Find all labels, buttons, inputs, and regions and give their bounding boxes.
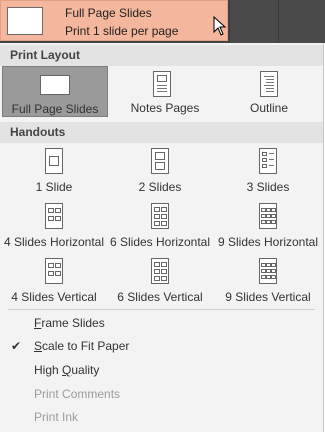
layout-notes-pages[interactable]: Notes Pages bbox=[113, 66, 217, 117]
notes-pages-icon bbox=[153, 71, 171, 97]
handout-label: 6 Slides Vertical bbox=[117, 290, 203, 304]
menu-item-text: nk bbox=[65, 410, 79, 424]
handout-label: 6 Slides Horizontal bbox=[109, 235, 211, 249]
menu-item-accelerator: C bbox=[62, 387, 71, 401]
menu-item-text: rame Slides bbox=[41, 316, 105, 330]
handout-2-slides[interactable]: 2 Slides bbox=[108, 145, 212, 197]
outline-icon bbox=[260, 71, 278, 97]
handout-4-slides-vertical[interactable]: 4 Slides Vertical bbox=[2, 255, 106, 307]
handout-4-vertical-icon bbox=[45, 258, 63, 284]
menu-divider bbox=[8, 309, 315, 310]
layout-label: Notes Pages bbox=[130, 101, 200, 115]
handouts-header: Handouts bbox=[0, 122, 323, 143]
layout-outline[interactable]: Outline bbox=[217, 66, 321, 117]
handout-4-slides-horizontal[interactable]: 4 Slides Horizontal bbox=[2, 200, 106, 252]
handout-3-slides-icon bbox=[259, 148, 277, 174]
handout-6-slides-horizontal[interactable]: 6 Slides Horizontal bbox=[108, 200, 212, 252]
checkmark-icon: ✔ bbox=[11, 339, 22, 353]
menu-item-text: High bbox=[34, 363, 63, 377]
handout-label: 9 Slides Vertical bbox=[225, 290, 311, 304]
handout-6-vertical-icon bbox=[151, 258, 169, 284]
handout-9-slides-horizontal[interactable]: 9 Slides Horizontal bbox=[216, 200, 320, 252]
handout-2-slides-icon bbox=[151, 148, 169, 174]
handout-3-slides[interactable]: 3 Slides bbox=[216, 145, 320, 197]
print-layout-dropdown-button[interactable]: Full Page Slides Print 1 slide per page bbox=[0, 0, 228, 41]
handout-label: 3 Slides bbox=[246, 180, 290, 194]
handout-4-horizontal-icon bbox=[45, 203, 63, 229]
menu-item-accelerator: Q bbox=[62, 363, 72, 377]
menu-item-accelerator: S bbox=[34, 339, 43, 353]
print-layout-header: Print Layout bbox=[0, 45, 323, 66]
handout-1-slide-icon bbox=[45, 148, 63, 174]
layout-full-page-slides[interactable]: Full Page Slides bbox=[2, 66, 108, 117]
toolbar-segment bbox=[278, 0, 325, 43]
menu-item-frame-slides[interactable]: Frame Slides bbox=[34, 316, 105, 330]
handout-6-horizontal-icon bbox=[151, 203, 169, 229]
menu-item-text: Print bbox=[34, 410, 63, 424]
handout-label: 1 Slide bbox=[35, 180, 73, 194]
print-layout-menu: Print Layout Full Page Slides Notes Page… bbox=[0, 43, 324, 432]
menu-item-text: omments bbox=[70, 387, 121, 401]
selected-layout-subtitle: Print 1 slide per page bbox=[65, 24, 179, 38]
handout-6-slides-vertical[interactable]: 6 Slides Vertical bbox=[108, 255, 212, 307]
handout-1-slide[interactable]: 1 Slide bbox=[2, 145, 106, 197]
handout-label: 4 Slides Vertical bbox=[11, 290, 97, 304]
menu-item-scale-to-fit-paper[interactable]: Scale to Fit Paper bbox=[34, 339, 129, 353]
full-page-slide-icon bbox=[7, 7, 43, 35]
menu-item-print-comments[interactable]: Print Comments bbox=[34, 387, 120, 401]
layout-label: Outline bbox=[249, 101, 289, 115]
handout-9-slides-vertical[interactable]: 9 Slides Vertical bbox=[216, 255, 320, 307]
handout-9-horizontal-icon bbox=[259, 203, 277, 229]
toolbar-segment bbox=[229, 0, 278, 43]
full-page-slide-icon bbox=[40, 75, 70, 95]
handout-9-vertical-icon bbox=[259, 258, 277, 284]
selected-layout-title: Full Page Slides bbox=[65, 6, 152, 20]
handout-label: 4 Slides Horizontal bbox=[3, 235, 105, 249]
menu-item-text: Print bbox=[34, 387, 63, 401]
menu-item-high-quality[interactable]: High Quality bbox=[34, 363, 99, 377]
mouse-cursor-icon bbox=[213, 16, 227, 36]
menu-item-text: uality bbox=[71, 363, 100, 377]
handout-label: 9 Slides Horizontal bbox=[217, 235, 319, 249]
layout-label: Full Page Slides bbox=[11, 102, 99, 116]
menu-item-text: cale to Fit Paper bbox=[42, 339, 130, 353]
handout-label: 2 Slides bbox=[138, 180, 182, 194]
menu-item-print-ink[interactable]: Print Ink bbox=[34, 410, 78, 424]
